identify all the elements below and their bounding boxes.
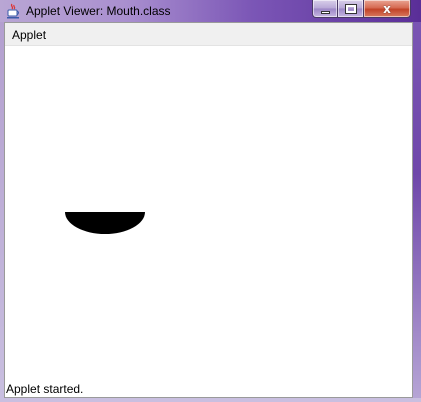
close-button[interactable]: x [364,0,411,18]
client-area: Applet Applet started. [4,22,413,398]
close-icon: x [383,1,391,16]
menu-applet[interactable]: Applet [11,27,47,43]
status-text: Applet started. [6,382,84,396]
minimize-button[interactable] [312,0,338,18]
minimize-icon [320,10,330,14]
applet-canvas[interactable] [5,46,412,376]
mouth-shape [65,212,145,234]
java-cup-icon[interactable] [6,3,20,19]
maximize-icon [344,3,357,14]
window-frame-right [413,22,421,402]
mouth-fill [65,212,145,234]
applet-viewer-window: Applet Viewer: Mouth.class x Applet Appl… [0,0,421,402]
window-title: Applet Viewer: Mouth.class [26,4,171,18]
menu-bar: Applet [5,23,412,46]
window-frame-bottom [0,398,421,402]
title-bar[interactable]: Applet Viewer: Mouth.class x [0,0,421,22]
caption-buttons: x [312,0,418,18]
maximize-button[interactable] [338,0,364,18]
